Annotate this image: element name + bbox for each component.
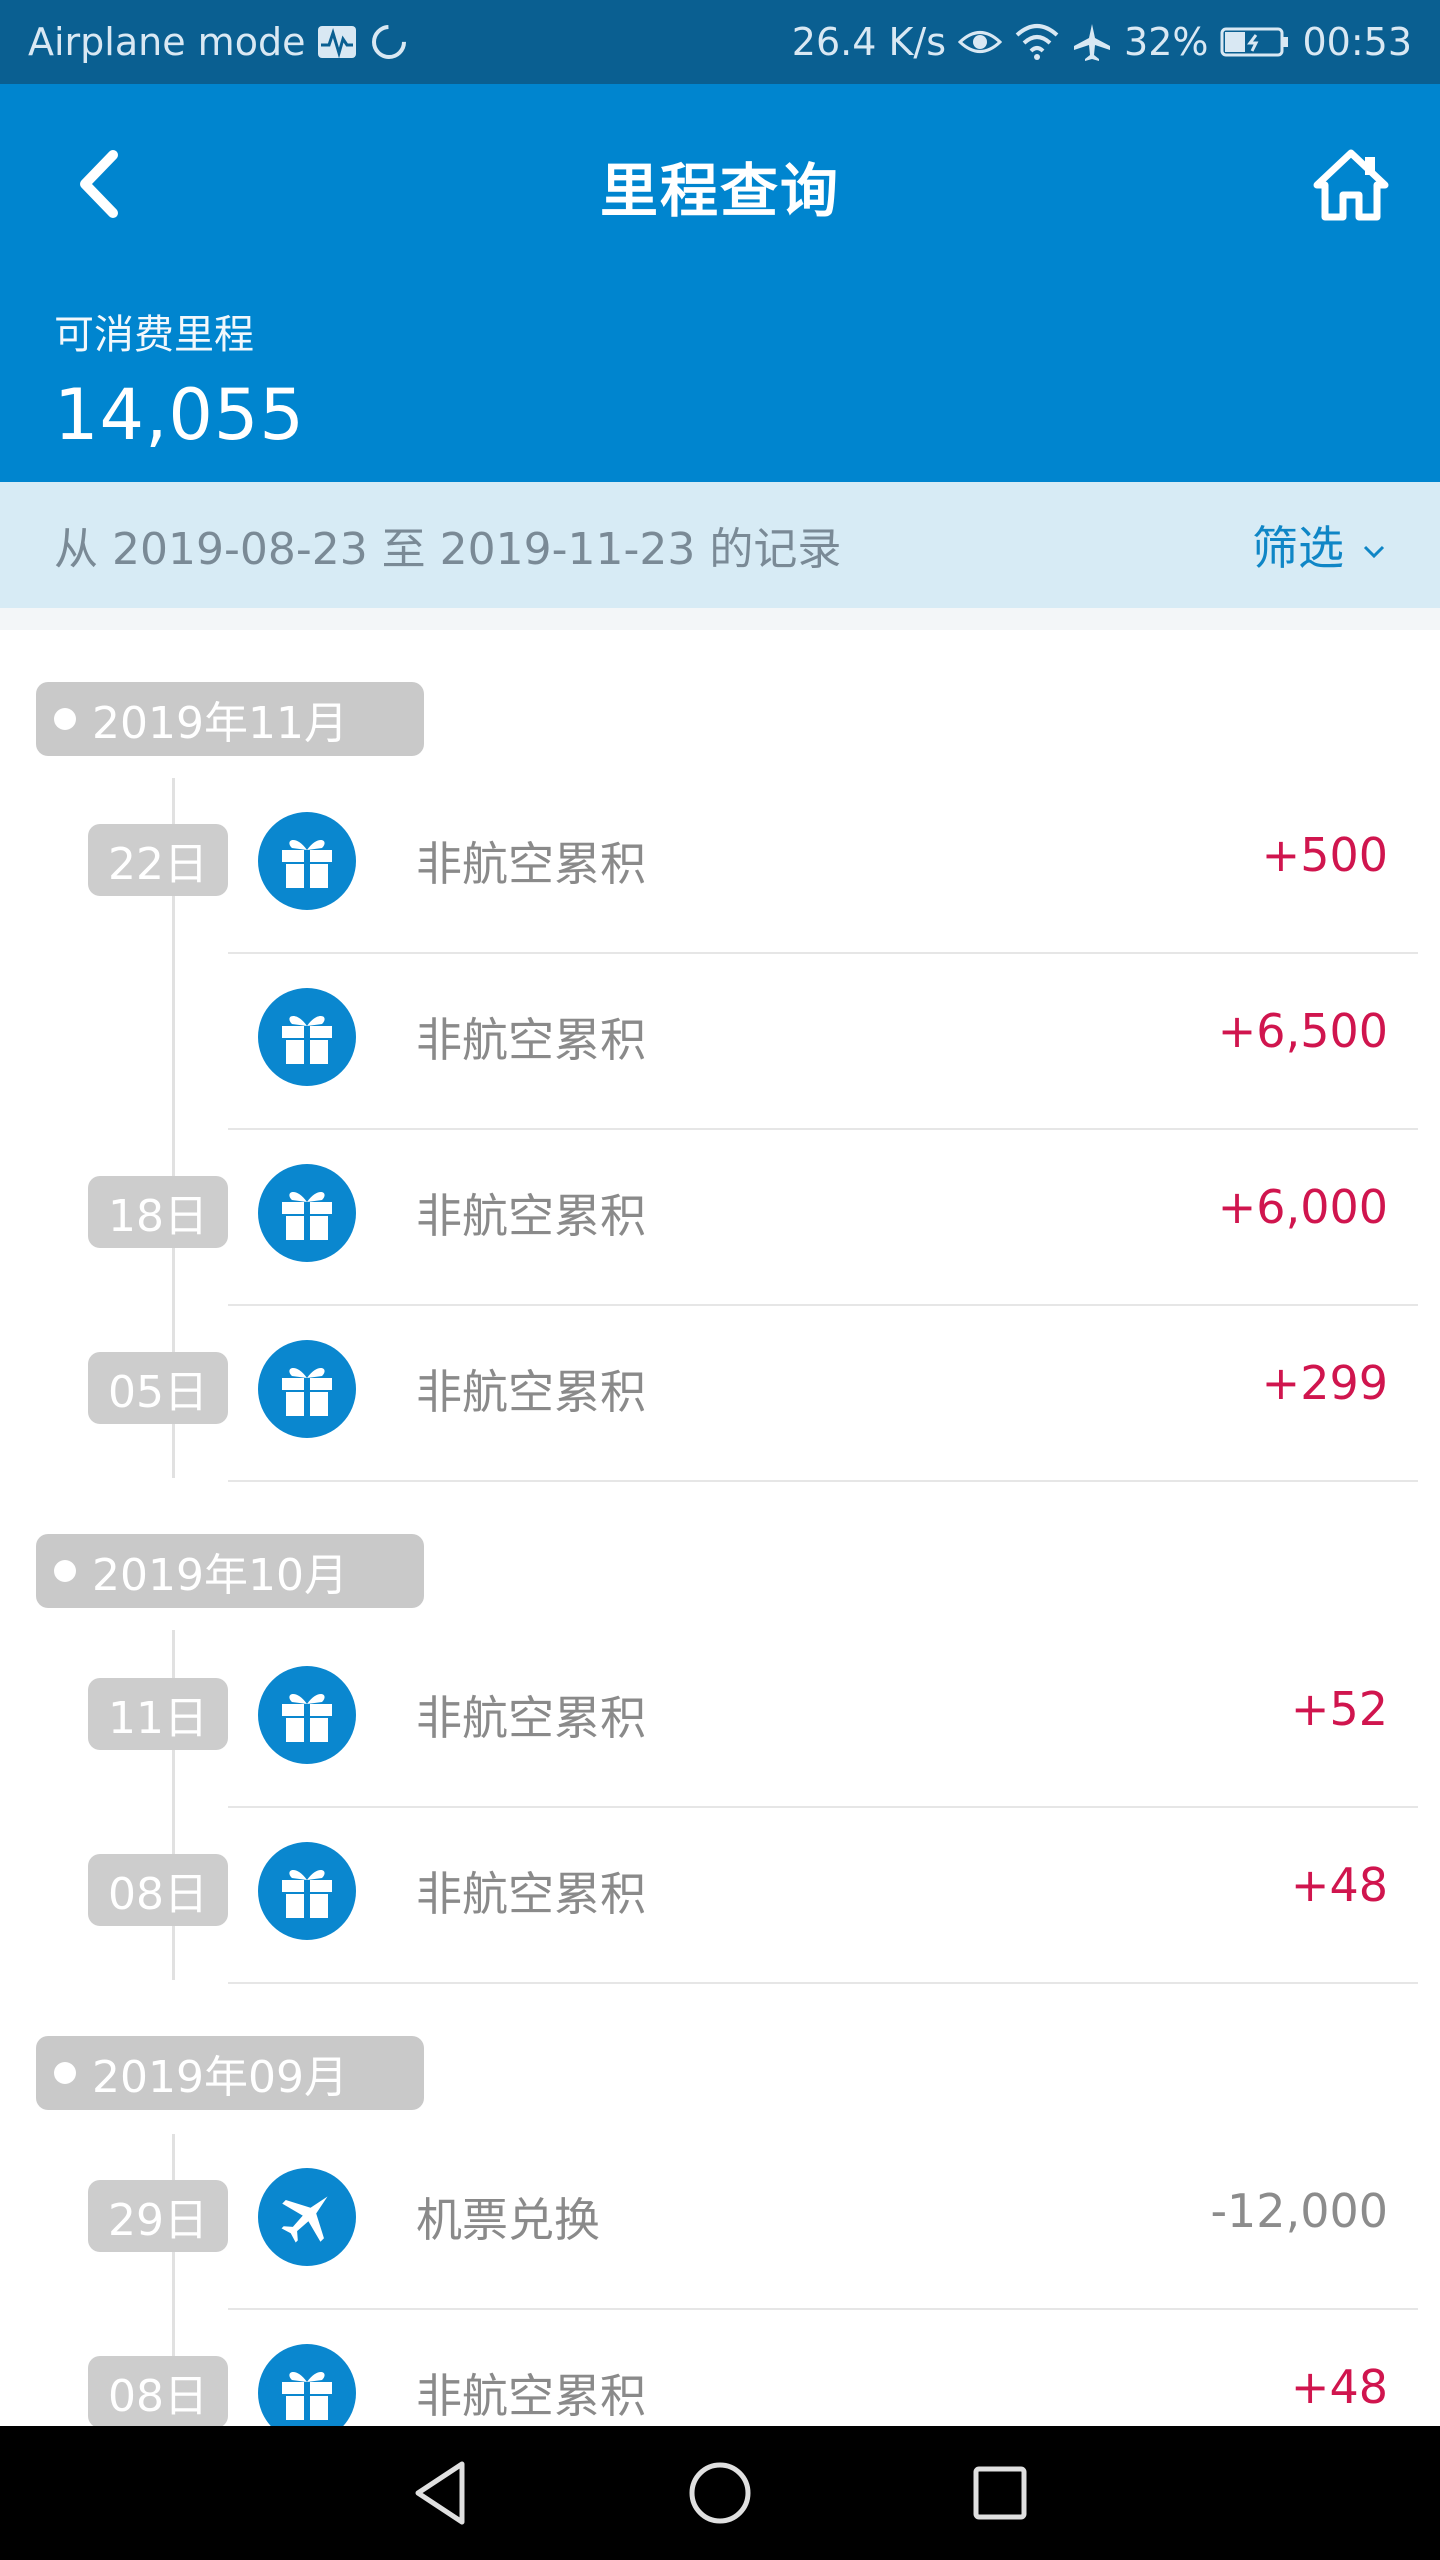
plane-icon <box>258 2168 356 2266</box>
record-row[interactable]: 22日 非航空累积 +500 <box>0 778 1440 954</box>
record-type: 非航空累积 <box>416 1691 646 1745</box>
record-row[interactable]: 08日 非航空累积 +48 <box>0 1808 1440 1984</box>
month-label: 2019年11月 <box>92 698 348 749</box>
day-badge: 22日 <box>88 824 228 896</box>
filter-label: 筛选 <box>1252 521 1344 575</box>
day-badge: 08日 <box>88 1854 228 1926</box>
gift-icon <box>258 1666 356 1764</box>
clock: 00:53 <box>1302 20 1412 64</box>
day-badge: 11日 <box>88 1678 228 1750</box>
gift-icon <box>258 812 356 910</box>
record-row[interactable]: 08日 非航空累积 +48 <box>0 2310 1440 2426</box>
record-amount: +52 <box>1290 1682 1388 1736</box>
airplane-icon <box>1072 22 1112 62</box>
record-row[interactable]: 29日 机票兑换 -12,000 <box>0 2134 1440 2310</box>
record-amount: +299 <box>1261 1356 1388 1410</box>
dot-icon <box>54 2062 76 2084</box>
record-type: 非航空累积 <box>416 1365 646 1419</box>
home-icon <box>1313 149 1389 221</box>
triangle-back-icon <box>415 2461 465 2525</box>
day-badge: 18日 <box>88 1176 228 1248</box>
month-header: 2019年10月 <box>36 1534 424 1608</box>
record-row[interactable]: 18日 非航空累积 +6,000 <box>0 1130 1440 1306</box>
month-header: 2019年11月 <box>36 682 424 756</box>
battery-icon <box>1220 25 1290 59</box>
wifi-icon <box>1014 23 1060 61</box>
record-amount: +6,000 <box>1217 1180 1388 1234</box>
record-amount: -12,000 <box>1210 2184 1388 2238</box>
record-row[interactable]: 05日 非航空累积 +299 <box>0 1306 1440 1482</box>
system-navigation-bar <box>0 2426 1440 2560</box>
network-speed: 26.4 K/s <box>791 20 947 64</box>
date-range-text: 从 2019-08-23 至 2019-11-23 的记录 <box>54 524 842 575</box>
gift-icon <box>258 1842 356 1940</box>
record-type: 非航空累积 <box>416 2369 646 2423</box>
gift-icon <box>258 1164 356 1262</box>
chevron-down-icon <box>1363 545 1385 559</box>
record-row[interactable]: 非航空累积 +6,500 <box>0 954 1440 1130</box>
record-amount: +48 <box>1290 2360 1388 2414</box>
day-badge: 08日 <box>88 2356 228 2426</box>
date-range-bar: 从 2019-08-23 至 2019-11-23 的记录 筛选 <box>0 482 1440 608</box>
mileage-record-list[interactable]: 2019年11月 22日 非航空累积 +500 非航空累积 +6,500 18日… <box>0 630 1440 2426</box>
record-amount: +48 <box>1290 1858 1388 1912</box>
month-header: 2019年09月 <box>36 2036 424 2110</box>
page-title: 里程查询 <box>599 157 840 225</box>
record-amount: +6,500 <box>1217 1004 1388 1058</box>
mileage-query-screen: Airplane mode 26.4 K/s 32% 00:53 里程查询 可消… <box>0 0 1440 2560</box>
gift-icon <box>258 2344 356 2426</box>
sync-icon <box>369 22 409 62</box>
record-type: 非航空累积 <box>416 1867 646 1921</box>
eye-icon <box>958 25 1003 59</box>
square-recents-icon <box>973 2466 1027 2520</box>
gift-icon <box>258 988 356 1086</box>
record-type: 非航空累积 <box>416 837 646 891</box>
circle-home-icon <box>689 2462 751 2524</box>
activity-icon <box>317 25 357 59</box>
row-divider <box>228 1982 1418 1984</box>
airplane-mode-label: Airplane mode <box>28 20 306 64</box>
record-type: 非航空累积 <box>416 1013 646 1067</box>
row-divider <box>228 1480 1418 1482</box>
record-type: 机票兑换 <box>416 2193 600 2247</box>
header: 里程查询 可消费里程 14,055 <box>0 84 1440 482</box>
filter-button[interactable]: 筛选 <box>1252 512 1386 578</box>
balance-value: 14,055 <box>54 374 305 456</box>
day-badge: 05日 <box>88 1352 228 1424</box>
divider <box>0 608 1440 630</box>
dot-icon <box>54 1560 76 1582</box>
dot-icon <box>54 708 76 730</box>
month-label: 2019年10月 <box>92 1550 348 1601</box>
gift-icon <box>258 1340 356 1438</box>
day-badge: 29日 <box>88 2180 228 2252</box>
nav-recents-button[interactable] <box>955 2448 1045 2538</box>
record-row[interactable]: 11日 非航空累积 +52 <box>0 1632 1440 1808</box>
nav-back-button[interactable] <box>395 2448 485 2538</box>
nav-home-button[interactable] <box>675 2448 765 2538</box>
balance-label: 可消费里程 <box>54 312 254 358</box>
battery-percent: 32% <box>1124 20 1209 64</box>
record-amount: +500 <box>1261 828 1388 882</box>
status-bar: Airplane mode 26.4 K/s 32% 00:53 <box>0 0 1440 84</box>
home-button[interactable] <box>1306 140 1396 230</box>
month-label: 2019年09月 <box>92 2052 348 2103</box>
record-type: 非航空累积 <box>416 1189 646 1243</box>
